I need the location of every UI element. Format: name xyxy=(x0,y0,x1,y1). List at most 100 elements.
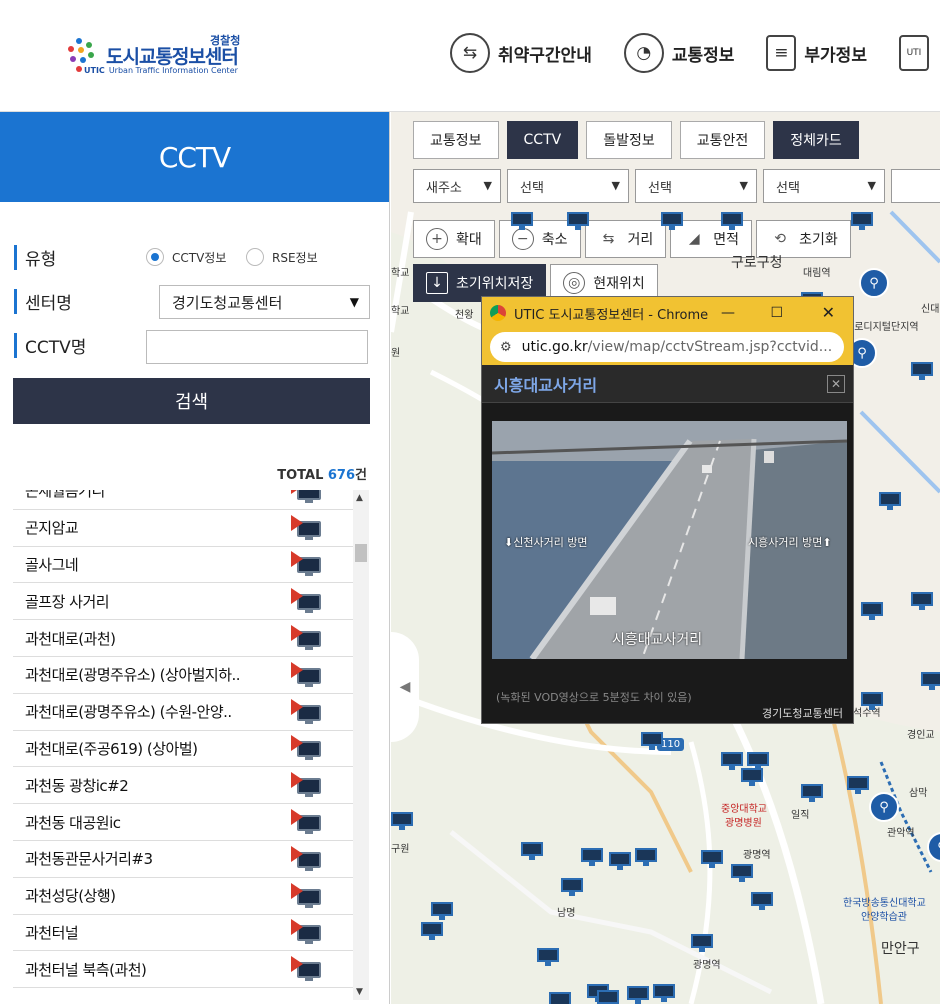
nav-more[interactable]: UTI xyxy=(898,30,937,76)
list-item[interactable]: 과천대로(광명주유소) (상아벌지하.. xyxy=(13,657,353,694)
tab-incident[interactable]: 돌발정보 xyxy=(586,121,672,159)
site-settings-icon[interactable]: ⚙ xyxy=(500,340,512,355)
play-video-icon[interactable] xyxy=(291,845,323,872)
cctv-marker-icon[interactable] xyxy=(609,852,633,872)
cctv-marker-icon[interactable] xyxy=(921,672,940,692)
cctv-marker-icon[interactable] xyxy=(751,892,775,912)
cctv-marker-icon[interactable] xyxy=(701,850,725,870)
filter-address-type[interactable]: 새주소 ▼ xyxy=(413,169,501,203)
nav-vulnerable-section[interactable]: ⇆ 취약구간안내 xyxy=(450,30,592,76)
cctv-marker-icon[interactable] xyxy=(581,848,605,868)
cctv-marker-icon[interactable] xyxy=(731,864,755,884)
cctv-marker-icon[interactable] xyxy=(597,990,621,1004)
cctv-marker-icon[interactable] xyxy=(721,212,745,232)
maximize-icon[interactable]: ☐ xyxy=(770,305,783,321)
list-item[interactable]: 과천동 광창ic#2 xyxy=(13,767,353,805)
subway-station-icon[interactable]: ⚲ xyxy=(869,792,899,822)
filter-dong[interactable]: 선택 ▼ xyxy=(763,169,885,203)
center-select[interactable]: 경기도청교통센터 ▼ xyxy=(159,285,370,319)
list-item[interactable]: 곤세월음거리 xyxy=(13,490,353,510)
filter-sido[interactable]: 선택 ▼ xyxy=(507,169,629,203)
cctv-name-input[interactable] xyxy=(146,330,368,364)
list-item[interactable]: 과천동 대공원ic xyxy=(13,804,353,841)
distance-button[interactable]: ⇆ 거리 xyxy=(584,220,667,258)
tab-cctv[interactable]: CCTV xyxy=(506,121,579,159)
list-item[interactable]: 과천대로(주공619) (상아벌) xyxy=(13,731,353,768)
list-item[interactable]: 과천터널 북측(과천) xyxy=(13,951,353,989)
scroll-down-icon[interactable]: ▼ xyxy=(356,987,363,997)
cctv-marker-icon[interactable] xyxy=(851,212,875,232)
list-item[interactable]: 과천성당(상행) xyxy=(13,878,353,915)
cctv-marker-icon[interactable] xyxy=(635,848,659,868)
cctv-marker-icon[interactable] xyxy=(641,732,665,752)
cctv-marker-icon[interactable] xyxy=(691,934,715,954)
play-video-icon[interactable] xyxy=(291,514,323,541)
list-scrollbar[interactable]: ▲ ▼ xyxy=(353,490,369,1000)
list-item[interactable]: 골프장 사거리 xyxy=(13,583,353,621)
cctv-marker-icon[interactable] xyxy=(567,212,591,232)
zoom-in-button[interactable]: + 확대 xyxy=(413,220,495,258)
play-video-icon[interactable] xyxy=(291,661,323,688)
cctv-marker-icon[interactable] xyxy=(861,602,885,622)
cctv-marker-icon[interactable] xyxy=(391,812,415,832)
play-video-icon[interactable] xyxy=(291,490,323,504)
scroll-up-icon[interactable]: ▲ xyxy=(356,493,363,503)
tab-traffic-info[interactable]: 교통정보 xyxy=(413,121,499,159)
scroll-thumb[interactable] xyxy=(355,544,367,562)
play-video-icon[interactable] xyxy=(291,772,323,798)
play-video-icon[interactable] xyxy=(291,735,323,761)
list-item[interactable]: 과천대로(광명주유소) (수원-안양.. xyxy=(13,694,353,731)
play-video-icon[interactable] xyxy=(291,625,323,651)
cctv-marker-icon[interactable] xyxy=(911,362,935,382)
list-item[interactable]: 과천동관문사거리#3 xyxy=(13,841,353,878)
tab-congestion-card[interactable]: 정체카드 xyxy=(773,121,859,159)
cctv-marker-icon[interactable] xyxy=(627,986,651,1004)
nav-extra-info[interactable]: ≡ 부가정보 xyxy=(766,30,867,76)
url-field[interactable]: ⚙ utic.go.kr/view/map/cctvStream.jsp?cct… xyxy=(490,332,844,362)
play-video-icon[interactable] xyxy=(291,809,323,835)
search-button[interactable]: 검색 xyxy=(13,378,370,424)
cctv-name: 과천터널 북측(과천) xyxy=(25,960,147,979)
nav-traffic-info[interactable]: ◔ 교통정보 xyxy=(623,30,734,76)
cctv-marker-icon[interactable] xyxy=(861,692,885,712)
cctv-marker-icon[interactable] xyxy=(879,492,903,512)
cctv-marker-icon[interactable] xyxy=(431,902,455,922)
collapse-panel-button[interactable]: ◀ xyxy=(391,632,419,742)
close-icon[interactable]: ✕ xyxy=(822,303,835,322)
map-label: 광명역 xyxy=(693,960,721,971)
type-label: 유형 xyxy=(14,244,56,270)
radio-cctv[interactable]: CCTV정보 xyxy=(146,248,226,266)
play-video-icon[interactable] xyxy=(291,588,323,614)
list-item[interactable]: 과천터널 xyxy=(13,915,353,952)
list-item[interactable]: 곤지암교 xyxy=(13,510,353,547)
play-video-icon[interactable] xyxy=(291,551,323,577)
cctv-marker-icon[interactable] xyxy=(661,212,685,232)
cctv-marker-icon[interactable] xyxy=(561,878,585,898)
cctv-marker-icon[interactable] xyxy=(521,842,545,862)
play-video-icon[interactable] xyxy=(291,956,323,982)
filter-input[interactable] xyxy=(891,169,940,203)
tab-traffic-safety[interactable]: 교통안전 xyxy=(679,121,766,159)
cctv-marker-icon[interactable] xyxy=(537,948,561,968)
radio-rse[interactable]: RSE정보 xyxy=(246,248,318,266)
play-video-icon[interactable] xyxy=(291,919,323,945)
cctv-marker-icon[interactable] xyxy=(653,984,677,1004)
minimize-icon[interactable]: — xyxy=(721,305,735,321)
play-video-icon[interactable] xyxy=(291,882,323,909)
close-video-icon[interactable]: ✕ xyxy=(827,375,845,393)
cctv-marker-icon[interactable] xyxy=(511,212,535,232)
cctv-marker-icon[interactable] xyxy=(911,592,935,612)
subway-station-icon[interactable]: ⚲ xyxy=(859,268,889,298)
play-video-icon[interactable] xyxy=(291,698,323,725)
list-item[interactable]: 골사그네 xyxy=(13,547,353,584)
filter-value: 새주소 xyxy=(426,180,462,196)
cctv-marker-icon[interactable] xyxy=(421,922,445,942)
cctv-video[interactable]: ⬇신천사거리 방면 시흥사거리 방면⬆ 시흥대교사거리 xyxy=(492,421,847,659)
utic-logo[interactable]: 경찰청 도시교통정보센터 UTIC Urban Traffic Informati… xyxy=(66,32,256,82)
filter-sigungu[interactable]: 선택 ▼ xyxy=(635,169,757,203)
cctv-marker-icon[interactable] xyxy=(549,992,573,1004)
cctv-marker-icon[interactable] xyxy=(847,776,871,796)
cctv-marker-icon[interactable] xyxy=(801,784,825,804)
cctv-marker-icon[interactable] xyxy=(741,768,765,788)
list-item[interactable]: 과천대로(과천) xyxy=(13,620,353,657)
